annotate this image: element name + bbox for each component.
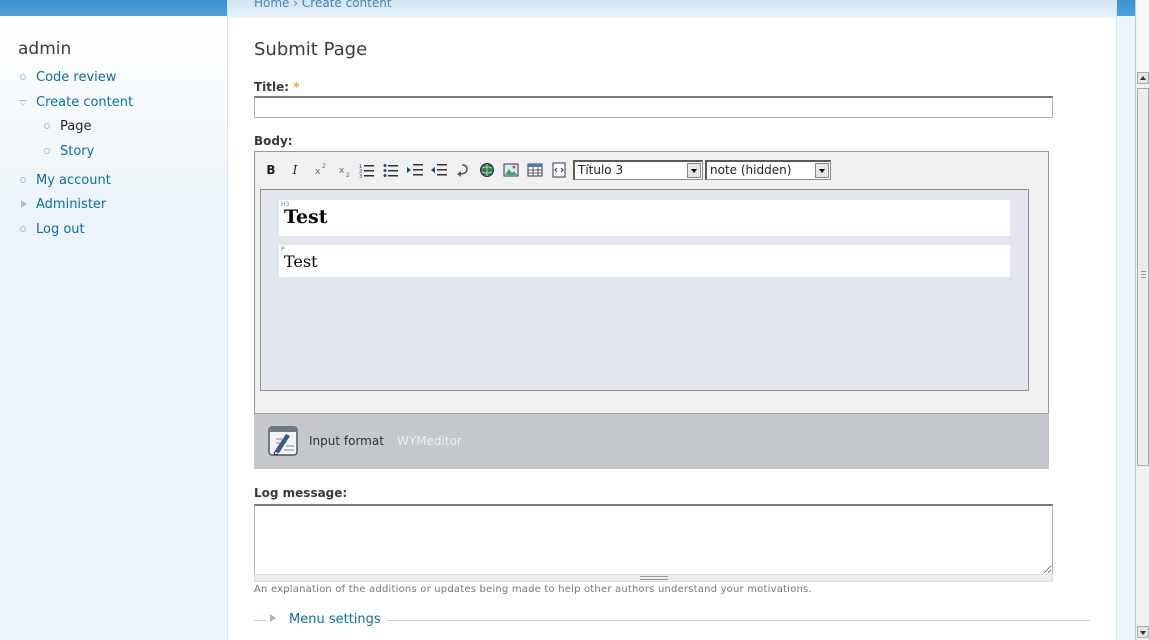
unordered-list-icon [383,164,398,177]
bullet-icon [20,177,26,183]
undo-icon [457,164,468,177]
sidebar-item-my-account[interactable]: My account [36,173,111,188]
menu-settings-toggle[interactable]: Menu settings [266,612,387,627]
expand-arrow-icon [270,614,276,622]
grip-lines [640,576,668,580]
input-format-label: Input format [309,434,384,448]
paragraph-block[interactable]: P Test [279,245,1010,277]
vertical-scrollbar[interactable] [1135,0,1149,640]
subscript-icon: x2 [339,166,350,178]
main-content: Home › Create content Submit Page Title:… [227,0,1117,640]
dropdown-arrow-icon [687,163,701,178]
scroll-up-button[interactable] [1137,72,1149,84]
input-format-bar[interactable]: Input format WYMeditor [254,414,1049,469]
breadcrumb: Home › Create content [254,0,392,10]
log-message-textarea[interactable] [254,504,1053,574]
required-marker: * [293,80,300,94]
bullet-icon [20,226,26,232]
subscript-button[interactable]: x2 [334,160,354,180]
scrollbar-track-upper [1137,0,1149,72]
sidebar-title: admin [18,39,72,59]
title-input[interactable] [254,96,1053,118]
body-label: Body: [254,134,293,148]
svg-text:2: 2 [322,163,326,170]
breadcrumb-create-content[interactable]: Create content [302,0,392,10]
title-label-text: Title: [254,80,290,94]
breadcrumb-separator: › [293,0,299,10]
paragraph-text: Test [284,252,318,271]
outdent-icon [431,164,447,176]
sidebar-item-page[interactable]: Page [60,119,91,134]
insert-image-button[interactable] [501,160,521,180]
page-title: Submit Page [254,39,368,60]
sidebar-item-code-review[interactable]: Code review [36,70,116,85]
table-icon [527,163,543,177]
superscript-icon: x2 [315,163,326,177]
html-source-icon [552,162,566,178]
outdent-button[interactable] [429,160,449,180]
log-message-help: An explanation of the additions or updat… [254,584,812,595]
sidebar-item-administer[interactable]: Administer [36,197,106,212]
sidebar-item-create-content[interactable]: Create content [36,95,133,110]
svg-text:x: x [315,167,321,177]
heading-text: Test [284,206,328,228]
log-message-label: Log message: [254,486,348,500]
heading-block[interactable]: H3 Test [279,200,1010,236]
dropdown-arrow-icon [815,163,829,178]
indent-button[interactable] [405,160,425,180]
expanded-arrow-icon [19,100,27,106]
sidebar: admin Code review Create content Page St… [0,16,227,640]
sidebar-item-log-out[interactable]: Log out [36,222,85,237]
title-label: Title: * [254,80,300,94]
indent-icon [407,164,423,176]
svg-text:3: 3 [359,174,362,178]
html-source-button[interactable] [549,160,569,180]
bullet-icon [44,148,50,154]
svg-text:2: 2 [346,172,350,178]
ordered-list-icon: 123 [359,164,374,178]
collapsed-arrow-icon [21,200,27,208]
input-format-value[interactable]: WYMeditor [397,434,462,448]
insert-table-button[interactable] [525,160,545,180]
container-select-value: Título 3 [578,163,624,177]
bullet-icon [20,74,26,80]
svg-text:x: x [339,166,345,176]
input-format-icon [268,426,298,456]
bullet-icon [44,123,50,129]
wymeditor: B I x2 x2 123 Título 3 note (hidden) H3 … [254,151,1049,414]
class-select-value: note (hidden) [710,163,792,177]
superscript-button[interactable]: x2 [310,160,330,180]
ordered-list-button[interactable]: 123 [357,160,377,180]
class-select[interactable]: note (hidden) [705,160,831,180]
container-select[interactable]: Título 3 [573,160,703,180]
editor-content-area[interactable]: H3 Test P Test [260,189,1029,391]
link-globe-icon [480,163,494,177]
breadcrumb-home[interactable]: Home [254,0,289,10]
italic-button[interactable]: I [285,160,305,180]
image-icon [503,163,519,177]
textarea-resize-grip[interactable] [254,574,1053,582]
scrollbar-thumb[interactable] [1137,88,1149,466]
menu-settings-label: Menu settings [289,612,381,627]
sidebar-item-story[interactable]: Story [60,144,94,159]
unordered-list-button[interactable] [381,160,401,180]
undo-button[interactable] [453,160,473,180]
bold-button[interactable]: B [261,160,281,180]
scroll-down-button[interactable] [1137,626,1149,638]
link-button[interactable] [477,160,497,180]
